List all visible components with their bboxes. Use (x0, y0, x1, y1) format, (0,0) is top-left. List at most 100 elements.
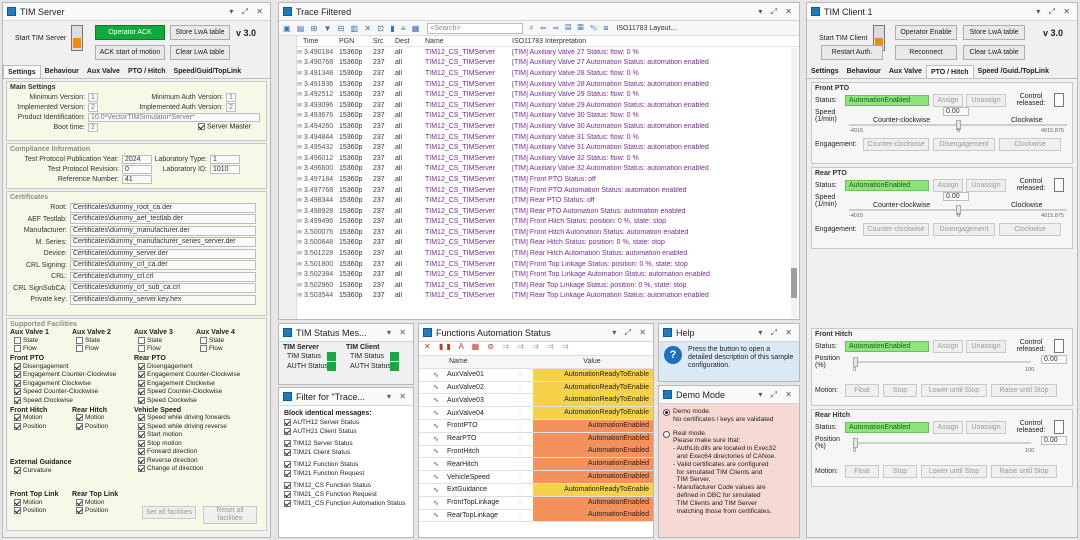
function-row[interactable]: ∿ AuxValve04 ◌ AutomationReadyToEnable (419, 407, 653, 420)
facility-checkbox[interactable]: Motion (10, 498, 72, 507)
layout-selector[interactable]: ISO11783 Layout... (616, 25, 676, 32)
function-row[interactable]: ∿ RearHitch ◌ AutomationEnabled (419, 458, 653, 472)
trace-row[interactable]: ✉ 3.502384 15360p 237 all TIM12_CS_TIMSe… (297, 269, 799, 280)
facility-checkbox[interactable]: Engagement Counter-Clockwise (10, 371, 134, 380)
facility-checkbox[interactable]: Position (72, 422, 134, 431)
min-version-field[interactable]: 1 (88, 92, 98, 102)
certificate-path-field[interactable]: Certificates\dummy_manufacturer.der (70, 225, 256, 236)
certificate-path-field[interactable]: Certificates\dummy_crl_ca.der (70, 260, 256, 271)
raise-until-stop-button[interactable]: Raise until Stop (991, 383, 1057, 397)
col-pgn[interactable]: PGN (339, 38, 373, 45)
trace-row[interactable]: ✉ 3.496600 15360p 237 all TIM12_CS_TIMSe… (297, 164, 799, 175)
revision-field[interactable]: 0 (122, 164, 152, 174)
engage-ccw-button[interactable]: Counter-clockwise (863, 137, 929, 151)
position-slider[interactable] (853, 438, 1031, 448)
trace-row[interactable]: ✉ 3.496012 15360p 237 all TIM12_CS_TIMSe… (297, 153, 799, 164)
aux-valve-1-flow[interactable]: Flow (10, 345, 72, 354)
slider-knob[interactable] (853, 357, 858, 367)
position-slider[interactable] (853, 357, 1031, 367)
trace-row[interactable]: ✉ 3.501228 15360p 237 all TIM12_CS_TIMSe… (297, 248, 799, 259)
clear-lwa-table-button[interactable]: Clear LwA table (170, 45, 230, 60)
client-tab-pto-hitch[interactable]: PTO / Hitch (925, 65, 974, 78)
trace-row[interactable]: ✉ 3.492512 15360p 237 all TIM12_CS_TIMSe… (297, 89, 799, 100)
function-row[interactable]: ∿ ExtGuidance ◌ AutomationReadyToEnable (419, 483, 653, 497)
boot-time-field[interactable]: 2 (88, 122, 98, 132)
lab-id-field[interactable]: 1010 (210, 164, 240, 174)
server-master-checkbox[interactable]: Server Master (198, 123, 251, 131)
pub-year-field[interactable]: 2024 (122, 154, 152, 164)
unassign-button[interactable]: Unassign (966, 420, 1006, 434)
trace-row[interactable]: ✉ 3.500648 15360p 237 all TIM12_CS_TIMSe… (297, 238, 799, 249)
trace-row[interactable]: ✉ 3.493096 15360p 237 all TIM12_CS_TIMSe… (297, 100, 799, 111)
facility-checkbox[interactable]: Start motion (134, 431, 258, 440)
float-button[interactable]: Float (845, 464, 879, 478)
trace-row[interactable]: ✉ 3.491348 15360p 237 all TIM12_CS_TIMSe… (297, 68, 799, 79)
certificate-path-field[interactable]: Certificates\dummy_crl.crl (70, 271, 256, 282)
ack-start-motion-button[interactable]: ACK start of motion (95, 45, 165, 60)
col-name[interactable]: Name (425, 38, 512, 45)
window-controls-icon[interactable]: ▾ ⤢ ✕ (229, 7, 266, 17)
filter-checkbox[interactable]: TIM21_CS Function Request (284, 491, 408, 500)
float-button[interactable]: Float (845, 383, 879, 397)
trace-search-input[interactable]: <Search> (427, 22, 524, 34)
certificate-path-field[interactable]: Certificates\dummy_server.key.hex (70, 294, 256, 305)
facility-checkbox[interactable]: Disengagement (134, 362, 258, 371)
stop-button[interactable]: Stop (883, 464, 917, 478)
position-value-field[interactable]: 0.00 (1041, 355, 1067, 364)
speed-value-field[interactable]: 0.00 (943, 107, 969, 116)
trace-row[interactable]: ✉ 3.498928 15360p 237 all TIM12_CS_TIMSe… (297, 206, 799, 217)
position-value-field[interactable]: 0.00 (1041, 436, 1067, 445)
trace-row[interactable]: ✉ 3.501800 15360p 237 all TIM12_CS_TIMSe… (297, 259, 799, 270)
col-interpretation[interactable]: ISO11783 Interpretation (512, 38, 752, 45)
filter-checkbox[interactable]: TIM12_CS Function Status (284, 482, 408, 491)
lower-until-stop-button[interactable]: Lower until Stop (921, 464, 987, 478)
slider-knob[interactable] (853, 438, 858, 448)
demo-radio[interactable]: Demo mode. No certificates / keys are val… (663, 408, 795, 424)
client-tab-behaviour[interactable]: Behaviour (843, 65, 885, 78)
facility-checkbox[interactable]: Motion (10, 414, 72, 423)
trace-row[interactable]: ✉ 3.494844 15360p 237 all TIM12_CS_TIMSe… (297, 132, 799, 143)
window-controls-icon[interactable]: ▾ ✕ (387, 392, 409, 401)
col-src[interactable]: Src (373, 38, 395, 45)
reconnect-button[interactable]: Reconnect (895, 45, 957, 60)
control-released-switch[interactable] (1054, 420, 1064, 434)
raise-until-stop-button[interactable]: Raise until Stop (991, 464, 1057, 478)
operator-enable-button[interactable]: Operator Enable (895, 25, 957, 40)
trace-row[interactable]: ✉ 3.494260 15360p 237 all TIM12_CS_TIMSe… (297, 121, 799, 132)
lower-until-stop-button[interactable]: Lower until Stop (921, 383, 987, 397)
facility-checkbox[interactable]: Engagement Counter-Clockwise (134, 371, 258, 380)
facility-checkbox[interactable]: Position (72, 507, 134, 516)
client-tab-speed-guid-toplink[interactable]: Speed /Guid./TopLink (974, 65, 1053, 78)
client-tab-settings[interactable]: Settings (807, 65, 843, 78)
trace-row[interactable]: ✉ 3.503544 15360p 237 all TIM12_CS_TIMSe… (297, 291, 799, 302)
product-id-field[interactable]: 10.0*VectorTIMSimulator*Server* (88, 112, 260, 122)
assign-button[interactable]: Assign (933, 420, 963, 434)
trace-scrollbar[interactable] (791, 48, 797, 318)
facility-checkbox[interactable]: Speed Counter-Clockwise (134, 388, 258, 397)
trace-row[interactable]: ✉ 3.493676 15360p 237 all TIM12_CS_TIMSe… (297, 111, 799, 122)
function-row[interactable]: ∿ AuxValve02 ◌ AutomationReadyToEnable (419, 381, 653, 395)
facility-checkbox[interactable]: Speed Clockwise (134, 396, 258, 405)
filter-checkbox[interactable]: TIM12 Server Status (284, 440, 408, 449)
tab-aux-valve[interactable]: Aux Valve (83, 65, 124, 78)
engage-cw-button[interactable]: Clockwise (999, 137, 1061, 151)
trace-row[interactable]: ✉ 3.490768 15360p 237 all TIM12_CS_TIMSe… (297, 58, 799, 69)
trace-row[interactable]: ✉ 3.499496 15360p 237 all TIM12_CS_TIMSe… (297, 217, 799, 228)
scrollbar-thumb[interactable] (791, 268, 797, 298)
tab-speed-guid-toplink[interactable]: Speed/Guid/TopLink (170, 65, 246, 78)
col-dest[interactable]: Dest (395, 38, 425, 45)
facility-checkbox[interactable]: Engagement Clockwise (10, 379, 134, 388)
filter-checkbox[interactable]: TIM12 Function Status (284, 461, 408, 470)
impl-version-field[interactable]: 2 (88, 102, 98, 112)
assign-button[interactable]: Assign (933, 339, 963, 353)
function-row[interactable]: ∿ RearTopLinkage ◌ AutomationEnabled (419, 509, 653, 523)
col-fn-name[interactable]: Name (419, 358, 505, 365)
tab-pto-hitch[interactable]: PTO / Hitch (124, 65, 170, 78)
min-auth-field[interactable]: 1 (226, 92, 236, 102)
aux-valve-4-flow[interactable]: Flow (196, 345, 258, 354)
function-row[interactable]: ∿ AuxValve01 ◌ AutomationReadyToEnable (419, 368, 653, 382)
reset-all-facilities-button[interactable]: Reset all facilities (203, 506, 257, 524)
ref-number-field[interactable]: 41 (122, 174, 152, 184)
certificate-path-field[interactable]: Certificates\dummy_aef_testlab.der (70, 214, 256, 225)
restart-auth-button[interactable]: Restart Auth. (821, 45, 883, 60)
